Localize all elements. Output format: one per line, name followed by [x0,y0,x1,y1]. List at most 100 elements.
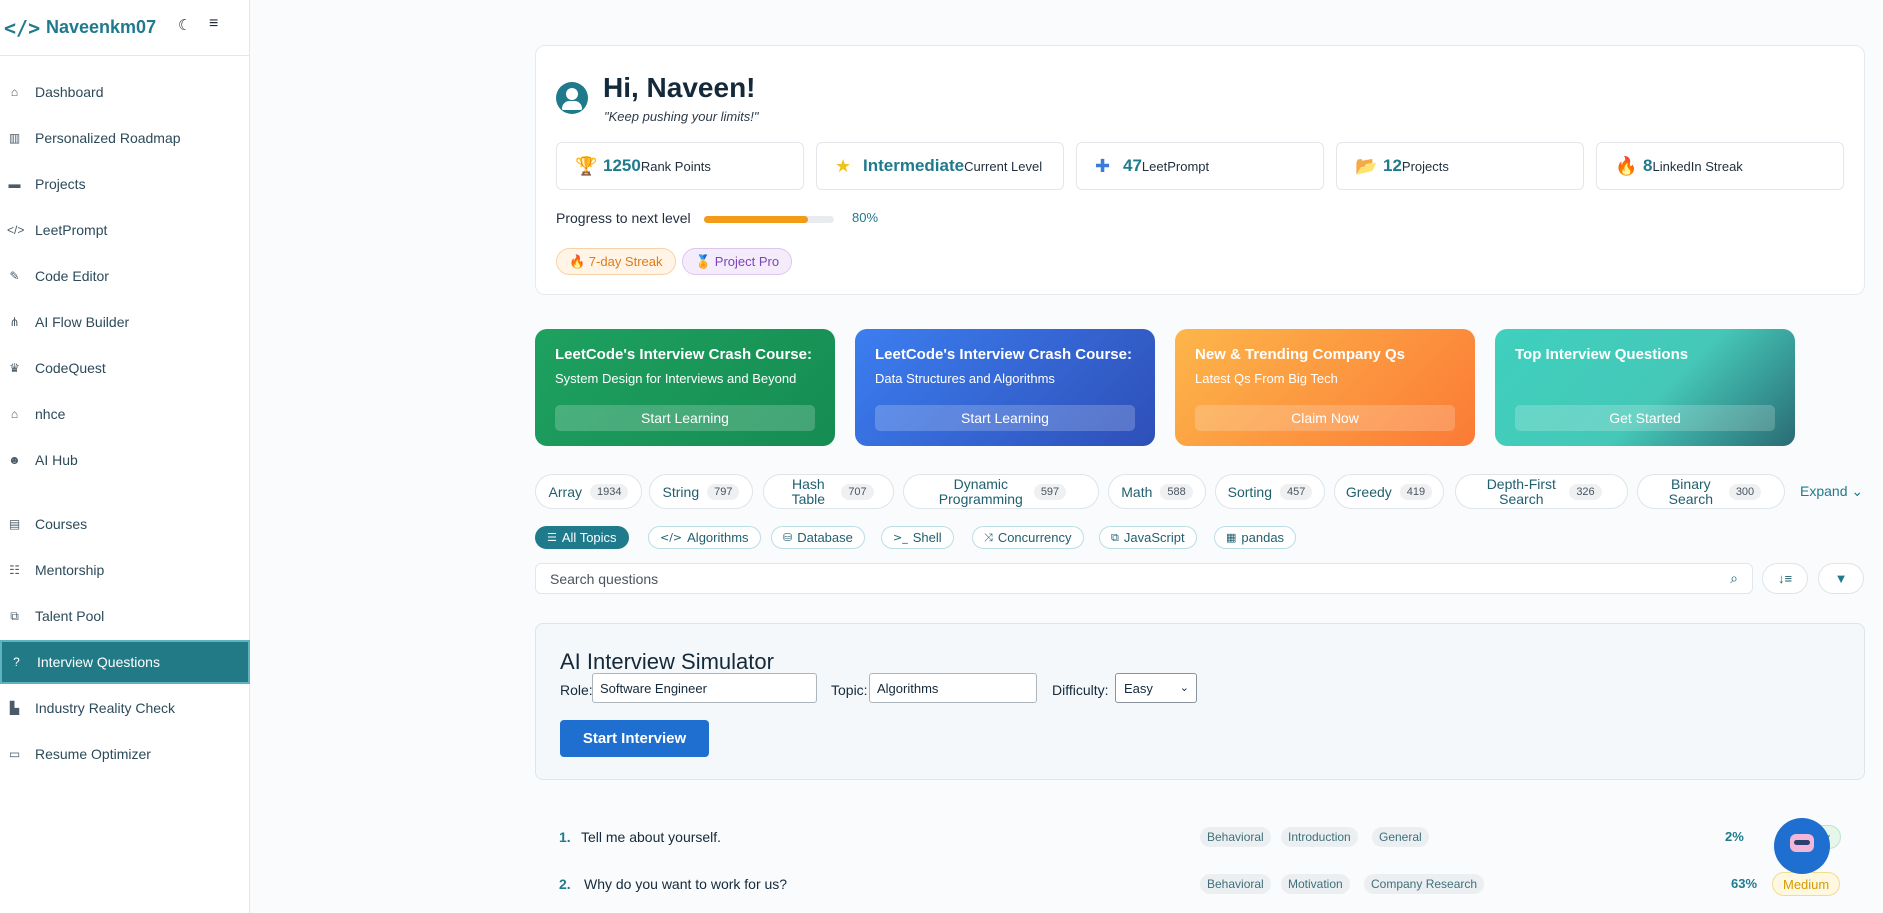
stat-label: LinkedIn Streak [1652,158,1743,174]
filter-button[interactable]: ▼ [1818,563,1864,594]
expand-label: Expand [1800,483,1848,499]
tag-count: 597 [1033,483,1067,500]
sidebar: </> Naveenkm07 ☾ ≡ ⌂ Dashboard ▥ Personali… [0,0,250,913]
tag-chip-depth-first-search[interactable]: Depth-First Search 326 [1455,474,1628,509]
stat-leetprompt: ✚ 47 LeetPrompt [1076,142,1324,190]
sidebar-item-label: Talent Pool [35,608,105,624]
acceptance-rate: 63% [1731,876,1758,891]
stat-linkedin-streak: 🔥 8 LinkedIn Streak [1596,142,1844,190]
database-icon: ⛁ [783,531,793,544]
sidebar-item-ai-hub[interactable]: ☻ AI Hub [0,438,250,482]
topic-all-topics[interactable]: ☰ All Topics [535,526,629,549]
role-input[interactable]: Software Engineer [592,673,817,703]
tag-chip-sorting[interactable]: Sorting 457 [1215,474,1325,509]
folder-open-icon: 📂 [1355,155,1378,176]
stat-value: Intermediate [863,156,965,175]
progress-percent: 80% [852,210,879,225]
sidebar-item-leetprompt[interactable]: </> LeetPrompt [0,208,250,252]
search-icon[interactable]: ⌕ [1730,570,1738,587]
tag-chip-hash-table[interactable]: Hash Table 707 [763,474,894,509]
sidebar-item-label: AI Hub [35,452,78,468]
fire-icon: 🔥 [1615,155,1638,176]
code-icon: </> [7,223,25,237]
claim-now-button[interactable]: Claim Now [1195,405,1455,431]
promo-subtitle: System Design for Interviews and Beyond [555,371,797,386]
topic-label: All Topics [561,530,617,545]
sidebar-item-projects[interactable]: ▬ Projects [0,162,250,206]
document-icon: ▭ [8,747,21,761]
topic-database[interactable]: ⛁ Database [771,526,865,549]
progress-bar [704,216,834,223]
badge-streak: 🔥 7-day Streak [556,248,676,275]
tag-count: 1934 [589,483,629,500]
tag-chip-binary-search[interactable]: Binary Search 300 [1637,474,1785,509]
question-number: 2. [559,876,571,892]
book-icon: ▤ [8,517,21,531]
promo-card-system-design[interactable]: LeetCode's Interview Crash Course: Syste… [535,329,835,446]
get-started-button[interactable]: Get Started [1515,405,1775,431]
start-learning-button[interactable]: Start Learning [555,405,815,431]
sidebar-item-dashboard[interactable]: ⌂ Dashboard [0,70,250,114]
topic-concurrency[interactable]: ⤨ Concurrency [972,526,1084,549]
stat-value: 8 [1643,156,1653,175]
question-row[interactable]: 1. Tell me about yourself. Behavioral In… [535,822,1865,852]
tag-chip-string[interactable]: String 797 [649,474,753,509]
topic-javascript[interactable]: ⧉ JavaScript [1099,526,1197,549]
badge-project-pro: 🏅 Project Pro [682,248,793,275]
expand-tags-button[interactable]: Expand ⌄ [1800,483,1863,500]
sidebar-item-label: Industry Reality Check [35,700,176,716]
sidebar-item-industry-reality-check[interactable]: ▙ Industry Reality Check [0,686,250,730]
table-icon: ▦ [1226,531,1237,544]
sidebar-item-courses[interactable]: ▤ Courses [0,502,250,546]
hamburger-menu-icon[interactable]: ≡ [209,15,218,33]
map-icon: ▥ [8,131,21,145]
sidebar-item-resume-optimizer[interactable]: ▭ Resume Optimizer [0,732,250,776]
start-interview-button[interactable]: Start Interview [560,720,709,757]
topic-label: pandas [1241,530,1285,545]
tag-name: String [662,483,700,500]
simulator-title: AI Interview Simulator [560,649,774,674]
difficulty-select[interactable]: Easy ⌄ [1115,673,1197,703]
topic-shell[interactable]: >_ Shell [881,526,954,549]
question-text[interactable]: Tell me about yourself. [581,829,721,845]
topic-algorithms[interactable]: </> Algorithms [648,526,761,549]
sidebar-item-personalized-roadmap[interactable]: ▥ Personalized Roadmap [0,116,250,160]
stat-label: Rank Points [640,158,711,174]
promo-card-trending[interactable]: New & Trending Company Qs Latest Qs From… [1175,329,1475,446]
tag-chip-dynamic-programming[interactable]: Dynamic Programming 597 [903,474,1099,509]
promo-title: LeetCode's Interview Crash Course: [875,346,1132,363]
difficulty-label: Difficulty: [1052,682,1109,698]
sidebar-item-ai-flow-builder[interactable]: ⋔ AI Flow Builder [0,300,250,344]
tag-chip-greedy[interactable]: Greedy 419 [1334,474,1444,509]
sidebar-item-talent-pool[interactable]: ⧉ Talent Pool [0,594,250,638]
sidebar-item-nhce[interactable]: ⌂ nhce [0,392,250,436]
question-text[interactable]: Why do you want to work for us? [584,876,787,892]
sidebar-item-code-editor[interactable]: ✎ Code Editor [0,254,250,298]
promo-card-top-questions[interactable]: Top Interview Questions Get Started [1495,329,1795,446]
progress-label: Progress to next level [556,210,691,226]
topic-pandas[interactable]: ▦ pandas [1214,526,1297,549]
tag-name: Depth-First Search [1486,475,1556,507]
sidebar-item-interview-questions[interactable]: ? Interview Questions [0,640,250,684]
chatbot-robot-icon[interactable] [1774,818,1830,874]
sidebar-item-codequest[interactable]: ♛ CodeQuest [0,346,250,390]
search-input[interactable]: Search questions ⌕ [535,563,1753,594]
topic-input[interactable]: Algorithms [869,673,1037,703]
promo-subtitle: Latest Qs From Big Tech [1195,371,1338,386]
question-tag: General [1372,827,1429,847]
stat-label: LeetPrompt [1141,158,1210,174]
sidebar-item-label: Interview Questions [37,654,160,670]
sidebar-item-label: LeetPrompt [35,222,108,238]
sidebar-item-label: Personalized Roadmap [35,130,181,146]
promo-card-dsa[interactable]: LeetCode's Interview Crash Course: Data … [855,329,1155,446]
sort-button[interactable]: ↓≡ [1762,563,1808,594]
tag-chip-array[interactable]: Array 1934 [535,474,642,509]
question-row[interactable]: 2. Why do you want to work for us? Behav… [535,869,1865,899]
sidebar-item-mentorship[interactable]: ☷ Mentorship [0,548,250,592]
dark-mode-toggle-icon[interactable]: ☾ [178,16,191,34]
stat-value: 1250 [603,156,641,175]
tag-count: 326 [1569,483,1602,500]
tag-chip-math[interactable]: Math 588 [1108,474,1206,509]
start-learning-button[interactable]: Start Learning [875,405,1135,431]
tag-name: Binary Search [1668,475,1713,507]
